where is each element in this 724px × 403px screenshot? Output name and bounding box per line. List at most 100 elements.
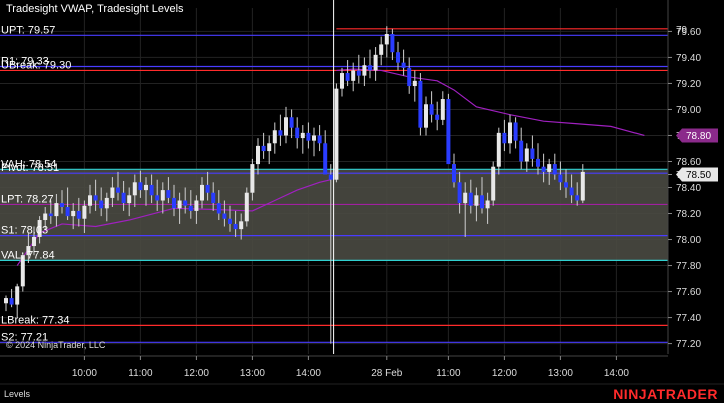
price-tick-label: 77.60 (676, 287, 701, 298)
candle-body (127, 195, 132, 204)
price-tick-label: 79.40 (676, 53, 701, 64)
candle-body (9, 298, 14, 305)
candle-body (323, 143, 328, 175)
level-label-s1: S1: 78.03 (1, 225, 48, 237)
indicator-title: Tradesight VWAP, Tradesight Levels (6, 3, 184, 15)
level-label-pivot: Pivot: 78.51 (1, 162, 59, 174)
time-tick-label: 13:00 (240, 368, 265, 379)
candle-body (356, 70, 361, 76)
candle-body (88, 195, 92, 206)
candle-body (384, 34, 389, 45)
candle-body (306, 132, 311, 141)
candle-body (172, 197, 176, 209)
candle-body (194, 200, 199, 211)
candle-body (48, 213, 53, 217)
candle-body (104, 197, 109, 209)
candle-body (116, 187, 120, 193)
candle-body (575, 195, 580, 201)
candle-body (267, 143, 272, 152)
price-tag-label: 78.80 (686, 131, 711, 142)
candle-body (312, 135, 316, 141)
candle-body (43, 213, 48, 221)
candle-body (463, 192, 468, 204)
candle-body (541, 166, 546, 172)
time-tick-label: 28 Feb (371, 368, 403, 379)
candle-body (32, 236, 36, 247)
candle-body (334, 88, 339, 180)
candle-body (261, 145, 266, 152)
candle-body (99, 200, 104, 209)
candle-body (530, 148, 535, 159)
ninjatrader-logo: NINJATRADER (613, 386, 718, 402)
candle-body (345, 73, 350, 81)
time-tick-label: 12:00 (184, 368, 209, 379)
price-tick-label: 77.20 (676, 339, 701, 350)
candle-body (390, 34, 395, 53)
level-label-upt: UPT: 79.57 (1, 24, 55, 36)
time-tick-label: 14:00 (296, 368, 321, 379)
candle-body (183, 200, 188, 206)
candle-body (272, 130, 277, 144)
candle-body (485, 200, 490, 209)
price-tick-label: 79.20 (676, 79, 701, 90)
level-label-ubreak: UBreak: 79.30 (1, 59, 71, 71)
price-tag-label: 78.50 (686, 170, 711, 181)
vwap-segment-2 (336, 68, 645, 137)
candle-body (121, 192, 126, 204)
candle-body (474, 195, 479, 206)
price-tick-label: 78.60 (676, 157, 701, 168)
time-tick-label: 12:00 (492, 368, 517, 379)
candle-body (284, 117, 288, 136)
candle-body (457, 182, 462, 204)
candle-body (216, 203, 221, 214)
price-chart[interactable]: 79 UPT: 79.57R1: 79.33UBreak: 79.30VAH: … (0, 0, 724, 403)
candle-body (569, 187, 574, 196)
candle-body (144, 184, 148, 191)
candle-body (205, 184, 210, 193)
candle-body (222, 213, 227, 219)
candle-body (446, 99, 451, 165)
candle-body (491, 166, 496, 201)
candle-body (228, 218, 232, 224)
candle-body (580, 171, 585, 201)
candle-body (110, 187, 115, 198)
candle-body (60, 203, 64, 208)
tab-levels[interactable]: Levels (4, 389, 31, 399)
price-tick-label: 78.40 (676, 183, 701, 194)
candle-body (564, 182, 568, 188)
candle-body (256, 145, 260, 165)
candle-body (93, 195, 98, 201)
candle-body (496, 132, 501, 167)
candle-body (379, 44, 384, 55)
candle-body (65, 207, 70, 217)
candle-body (351, 70, 356, 81)
candle-body (547, 164, 552, 172)
level-label-lbreak: LBreak: 77.34 (1, 314, 70, 326)
candle-body (317, 135, 322, 144)
time-tick-label: 10:00 (72, 368, 97, 379)
time-tick-label: 11:00 (128, 368, 153, 379)
candle-body (278, 130, 283, 136)
candle-body (480, 195, 484, 209)
candle-body (71, 210, 76, 217)
candle-body (166, 190, 171, 198)
candle-body (15, 286, 20, 305)
candle-body (200, 184, 204, 201)
time-axis[interactable]: 10:00 11:00 12:00 13:00 14:00 28 Feb 11:00 12:0… (0, 355, 724, 385)
candle-body (452, 164, 456, 183)
candle-body (244, 192, 249, 222)
level-label-lpt: LPT: 78.27 (1, 193, 54, 205)
candle-body (368, 65, 372, 71)
candle-body (396, 52, 400, 63)
candle-body (513, 122, 518, 141)
candle-body (233, 223, 238, 230)
candle-body (155, 195, 160, 201)
candle-body (536, 158, 540, 167)
candle-body (250, 164, 255, 193)
copyright-notice: © 2024 NinjaTrader, LLC (6, 340, 106, 350)
price-tick-label: 77.40 (676, 313, 701, 324)
candle-body (429, 104, 434, 115)
candle-body (468, 192, 473, 206)
candle-body (401, 62, 406, 68)
candle-body (524, 148, 529, 162)
